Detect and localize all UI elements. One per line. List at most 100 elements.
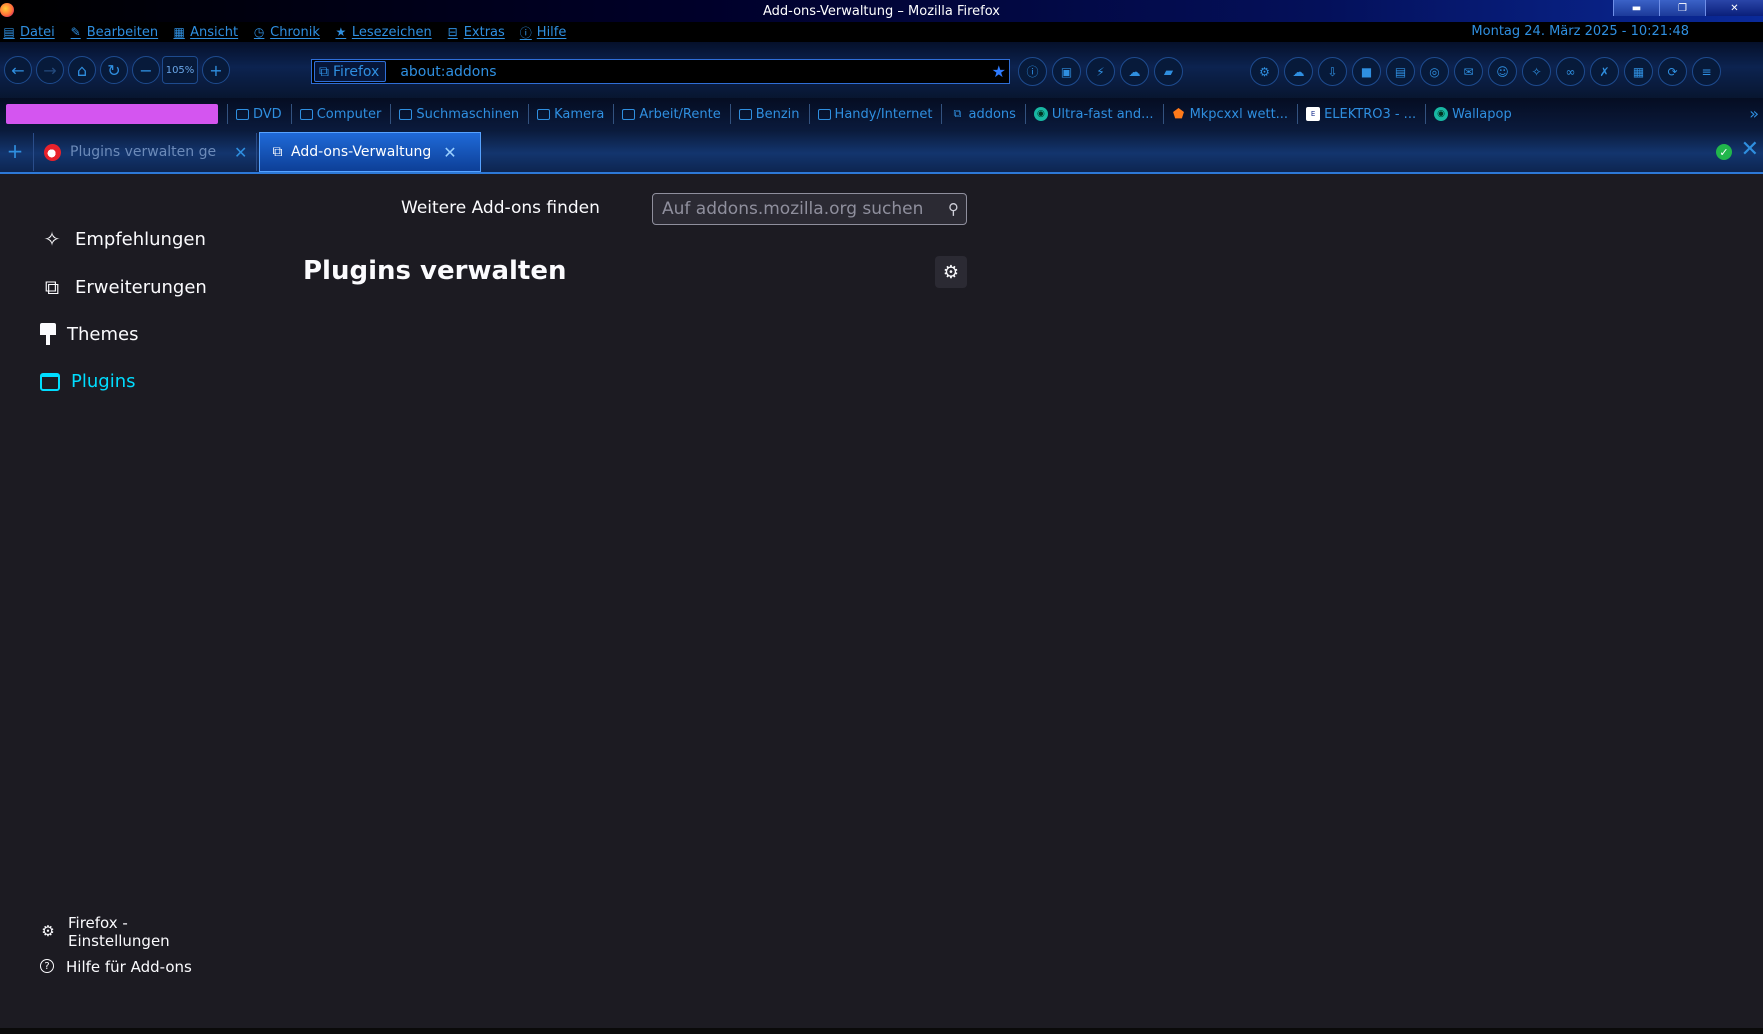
menu-bookmarks[interactable]: ★ Lesezeichen [334, 25, 431, 40]
menu-help[interactable]: ⓘ Hilfe [519, 25, 567, 40]
hamburger-menu-icon[interactable]: ≡ [1692, 57, 1721, 86]
new-tab-button[interactable]: + [4, 139, 26, 163]
folder-icon [236, 108, 249, 120]
info-icon[interactable]: ⓘ [1018, 57, 1047, 86]
maximize-button[interactable]: ❐ [1659, 0, 1705, 16]
folder-icon [622, 108, 636, 120]
bookmark-link[interactable]: ⧉ addons [941, 104, 1016, 124]
minus-icon: − [139, 60, 153, 80]
gear-icon: ⚙ [942, 261, 960, 283]
firefox-settings-link[interactable]: ⚙ Firefox - Einstellungen [40, 914, 192, 950]
tab-strip: + Plugins verwalten ge ✕ ⧉ Add-ons-Verwa… [0, 130, 1763, 174]
search-input[interactable] [662, 199, 944, 219]
puzzle-icon: ⧉ [44, 275, 60, 299]
settings-gear-icon[interactable]: ⚙ [1250, 57, 1279, 86]
page-options-button[interactable]: ⚙ [935, 256, 967, 288]
bookmark-folder[interactable]: Arbeit/Rente [613, 104, 721, 124]
zoom-out-button[interactable]: − [132, 56, 160, 84]
sidebar-item-themes[interactable]: Themes [40, 323, 138, 345]
bookmark-folder[interactable]: Computer [290, 104, 381, 124]
home-button[interactable]: ⌂ [68, 56, 96, 84]
menu-edit[interactable]: ✎ Bearbeiten [69, 25, 158, 40]
calendar-icon[interactable]: ▦ [1624, 57, 1653, 86]
puzzle-icon: ⧉ [953, 107, 962, 120]
window-title: Add-ons-Verwaltung – Mozilla Firefox [763, 3, 1000, 19]
download-icon[interactable]: ⇩ [1318, 57, 1347, 86]
tab-plugins-verwalten[interactable]: Plugins verwalten ge ✕ [33, 133, 257, 171]
cloud-icon[interactable]: ☁ [1284, 57, 1313, 86]
sidebar-item-recommendations[interactable]: ✧ Empfehlungen [40, 227, 206, 251]
addons-help-link[interactable]: ? Hilfe für Add-ons [40, 958, 192, 976]
menu-bar: ▤ Datei ✎ Bearbeiten ▦ Ansicht ◷ Chronik… [0, 22, 1763, 42]
paintbrush-icon [40, 323, 56, 345]
spotify-icon[interactable]: ◎ [1420, 57, 1449, 86]
menu-file[interactable]: ▤ Datei [2, 25, 54, 40]
screenshot-icon[interactable]: ▣ [1052, 57, 1081, 86]
bookmark-link[interactable]: ⬟ Mkpcxxl wett... [1162, 104, 1288, 124]
back-button[interactable]: ← [4, 56, 32, 84]
chevron-double-right-icon[interactable]: » [1749, 104, 1759, 123]
url-input[interactable]: about:addons [400, 64, 496, 80]
sidebar-item-plugins[interactable]: Plugins [40, 371, 135, 392]
red-extension-icon[interactable]: ■ [1352, 57, 1381, 86]
window-icon[interactable]: ▤ [1386, 57, 1415, 86]
clock-icon: ◷ [253, 25, 265, 39]
search-icon: ⚲ [948, 200, 959, 218]
menu-view[interactable]: ▦ Ansicht [172, 25, 238, 40]
close-icon[interactable]: ✕ [234, 143, 247, 162]
taskbar-strip [0, 1028, 1763, 1034]
menu-history[interactable]: ◷ Chronik [252, 25, 320, 40]
bookmark-link[interactable]: ◉ Ultra-fast and... [1024, 104, 1154, 124]
bookmark-folder[interactable]: DVD [227, 104, 282, 124]
bookmark-folder[interactable]: Benzin [729, 104, 800, 124]
plus-icon: + [6, 139, 24, 163]
bookmark-link[interactable]: ◉ Wallapop [1425, 104, 1512, 124]
tag-icon: ⬟ [1172, 106, 1185, 122]
navigation-toolbar: ← → ⌂ ↻ − 105% + ⧉ Firefox about:addons … [0, 42, 1763, 98]
x-icon[interactable]: ✗ [1590, 57, 1619, 86]
identity-box[interactable]: ⧉ Firefox [314, 61, 387, 82]
zoom-reset-button[interactable]: 105% [162, 56, 198, 84]
glasses-icon[interactable]: ∞ [1556, 57, 1585, 86]
broom-icon[interactable]: ✧ [1522, 57, 1551, 86]
minimize-button[interactable]: ▬ [1613, 0, 1659, 16]
menu-tools[interactable]: ⊟ Extras [446, 25, 505, 40]
tab-addons-verwaltung[interactable]: ⧉ Add-ons-Verwaltung ✕ [259, 132, 481, 172]
folder-icon [537, 108, 551, 120]
help-icon: ? [40, 959, 54, 973]
folder-icon [817, 108, 831, 120]
sync-icon[interactable]: ⟳ [1658, 57, 1687, 86]
addons-page: Weitere Add-ons finden ⚲ ✧ Empfehlungen … [0, 174, 1763, 1028]
globe-icon: ◉ [1033, 107, 1048, 121]
addons-search[interactable]: ⚲ [652, 193, 967, 225]
bookmark-link[interactable]: E ELEKTRO3 - ... [1297, 104, 1416, 124]
forward-button[interactable]: → [36, 56, 64, 84]
window-titlebar: Add-ons-Verwaltung – Mozilla Firefox ▬ ❐… [0, 0, 1763, 22]
bookmark-folder[interactable]: Kamera [528, 104, 604, 124]
find-addons-label: Weitere Add-ons finden [401, 198, 600, 218]
gear-icon: ⚙ [41, 922, 55, 940]
puzzle-icon: ⧉ [319, 63, 329, 80]
sky-icon[interactable]: ☁ [1120, 57, 1149, 86]
extension-toolbar-left: ⓘ ▣ ⚡ ☁ ▰ [1018, 57, 1183, 86]
close-icon[interactable]: ✕ [443, 143, 456, 162]
sidebar-item-extensions[interactable]: ⧉ Erweiterungen [40, 275, 207, 299]
close-icon[interactable]: ✕ [1741, 139, 1759, 161]
checkmark-icon[interactable]: ✓ [1716, 144, 1732, 160]
sparkle-icon: ✧ [43, 227, 61, 251]
reload-button[interactable]: ↻ [100, 56, 128, 84]
bookmark-folder[interactable]: Handy/Internet [808, 104, 932, 124]
arrow-right-icon: → [43, 60, 57, 80]
zoom-in-button[interactable]: + [202, 56, 230, 84]
bookmark-folder[interactable]: Suchmaschinen [390, 104, 519, 124]
window-close-button[interactable]: ✕ [1705, 0, 1763, 16]
pencil-icon: ✎ [70, 25, 81, 39]
url-bar[interactable]: ⧉ Firefox about:addons ★ [311, 59, 1010, 84]
bookmark-star-icon[interactable]: ★ [992, 62, 1006, 81]
lightning-icon[interactable]: ⚡ [1086, 57, 1115, 86]
file-icon: ▤ [3, 25, 15, 39]
arrow-left-icon: ← [11, 60, 25, 80]
face-icon[interactable]: ☺ [1488, 57, 1517, 86]
folder-icon[interactable]: ▰ [1154, 57, 1183, 86]
mail-icon[interactable]: ✉ [1454, 57, 1483, 86]
